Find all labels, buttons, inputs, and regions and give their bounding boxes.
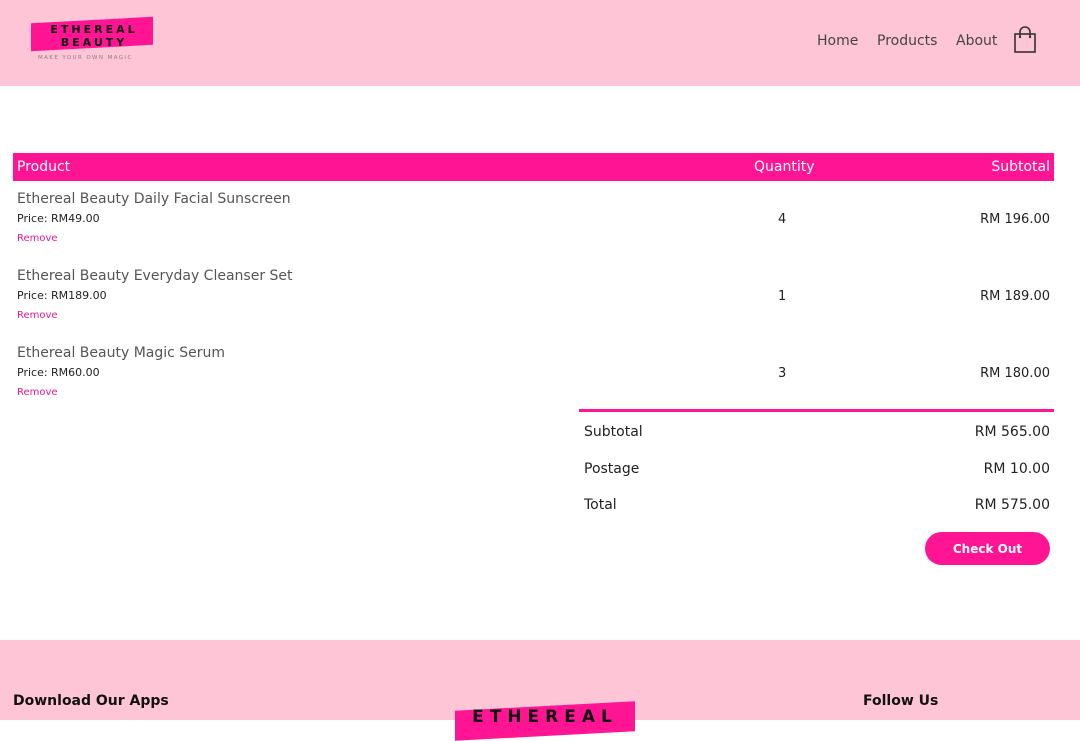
checkout-button[interactable]: Check Out xyxy=(925,532,1050,565)
cart-row: Ethereal Beauty Daily Facial Sunscreen P… xyxy=(13,191,1054,257)
nav-products[interactable]: Products xyxy=(877,33,937,49)
brand-logo[interactable]: ETHEREAL BEAUTY MAKE YOUR OWN MAGIC xyxy=(30,16,158,65)
column-product: Product xyxy=(17,159,71,175)
remove-link[interactable]: Remove xyxy=(17,387,58,398)
download-apps-heading: Download Our Apps xyxy=(13,693,169,709)
subtotal-value: RM 565.00 xyxy=(974,424,1050,440)
cart-row: Ethereal Beauty Magic Serum Price: RM60.… xyxy=(13,345,1054,411)
column-subtotal: Subtotal xyxy=(991,159,1050,175)
logo-text-line2: BEAUTY xyxy=(60,36,128,49)
product-name: Ethereal Beauty Daily Facial Sunscreen xyxy=(17,191,291,207)
product-name: Ethereal Beauty Everyday Cleanser Set xyxy=(17,268,293,284)
subtotal-line: Subtotal RM 565.00 xyxy=(579,424,1054,444)
product-subtotal: RM 189.00 xyxy=(980,289,1050,304)
product-price: Price: RM60.00 xyxy=(17,366,100,379)
remove-link[interactable]: Remove xyxy=(17,310,58,321)
postage-value: RM 10.00 xyxy=(983,461,1050,477)
product-quantity: 3 xyxy=(778,366,787,381)
subtotal-label: Subtotal xyxy=(584,424,643,440)
postage-label: Postage xyxy=(584,461,640,477)
remove-link[interactable]: Remove xyxy=(17,233,58,244)
nav-home[interactable]: Home xyxy=(817,33,858,49)
column-quantity: Quantity xyxy=(754,159,815,175)
cart-row: Ethereal Beauty Everyday Cleanser Set Pr… xyxy=(13,268,1054,334)
product-subtotal: RM 180.00 xyxy=(980,366,1050,381)
footer-logo[interactable]: ETHEREAL xyxy=(455,707,635,727)
product-name: Ethereal Beauty Magic Serum xyxy=(17,345,226,361)
product-price: Price: RM49.00 xyxy=(17,212,100,225)
totals-divider xyxy=(579,409,1054,412)
total-label: Total xyxy=(584,497,617,513)
product-subtotal: RM 196.00 xyxy=(980,212,1050,227)
postage-line: Postage RM 10.00 xyxy=(579,461,1054,481)
site-header: ETHEREAL BEAUTY MAKE YOUR OWN MAGIC Home… xyxy=(0,0,1080,86)
logo-tagline: MAKE YOUR OWN MAGIC xyxy=(38,55,133,61)
nav-about[interactable]: About xyxy=(956,33,997,49)
total-value: RM 575.00 xyxy=(974,497,1050,513)
follow-us-heading: Follow Us xyxy=(863,693,939,709)
site-footer: Download Our Apps ETHEREAL Follow Us xyxy=(0,640,1080,741)
product-quantity: 1 xyxy=(778,289,787,304)
logo-text-line1: ETHEREAL xyxy=(50,23,138,36)
product-quantity: 4 xyxy=(778,212,787,227)
shopping-bag-icon[interactable] xyxy=(1013,26,1037,54)
cart-table-header: Product Quantity Subtotal xyxy=(13,153,1054,181)
total-line: Total RM 575.00 xyxy=(579,497,1054,517)
product-price: Price: RM189.00 xyxy=(17,289,107,302)
